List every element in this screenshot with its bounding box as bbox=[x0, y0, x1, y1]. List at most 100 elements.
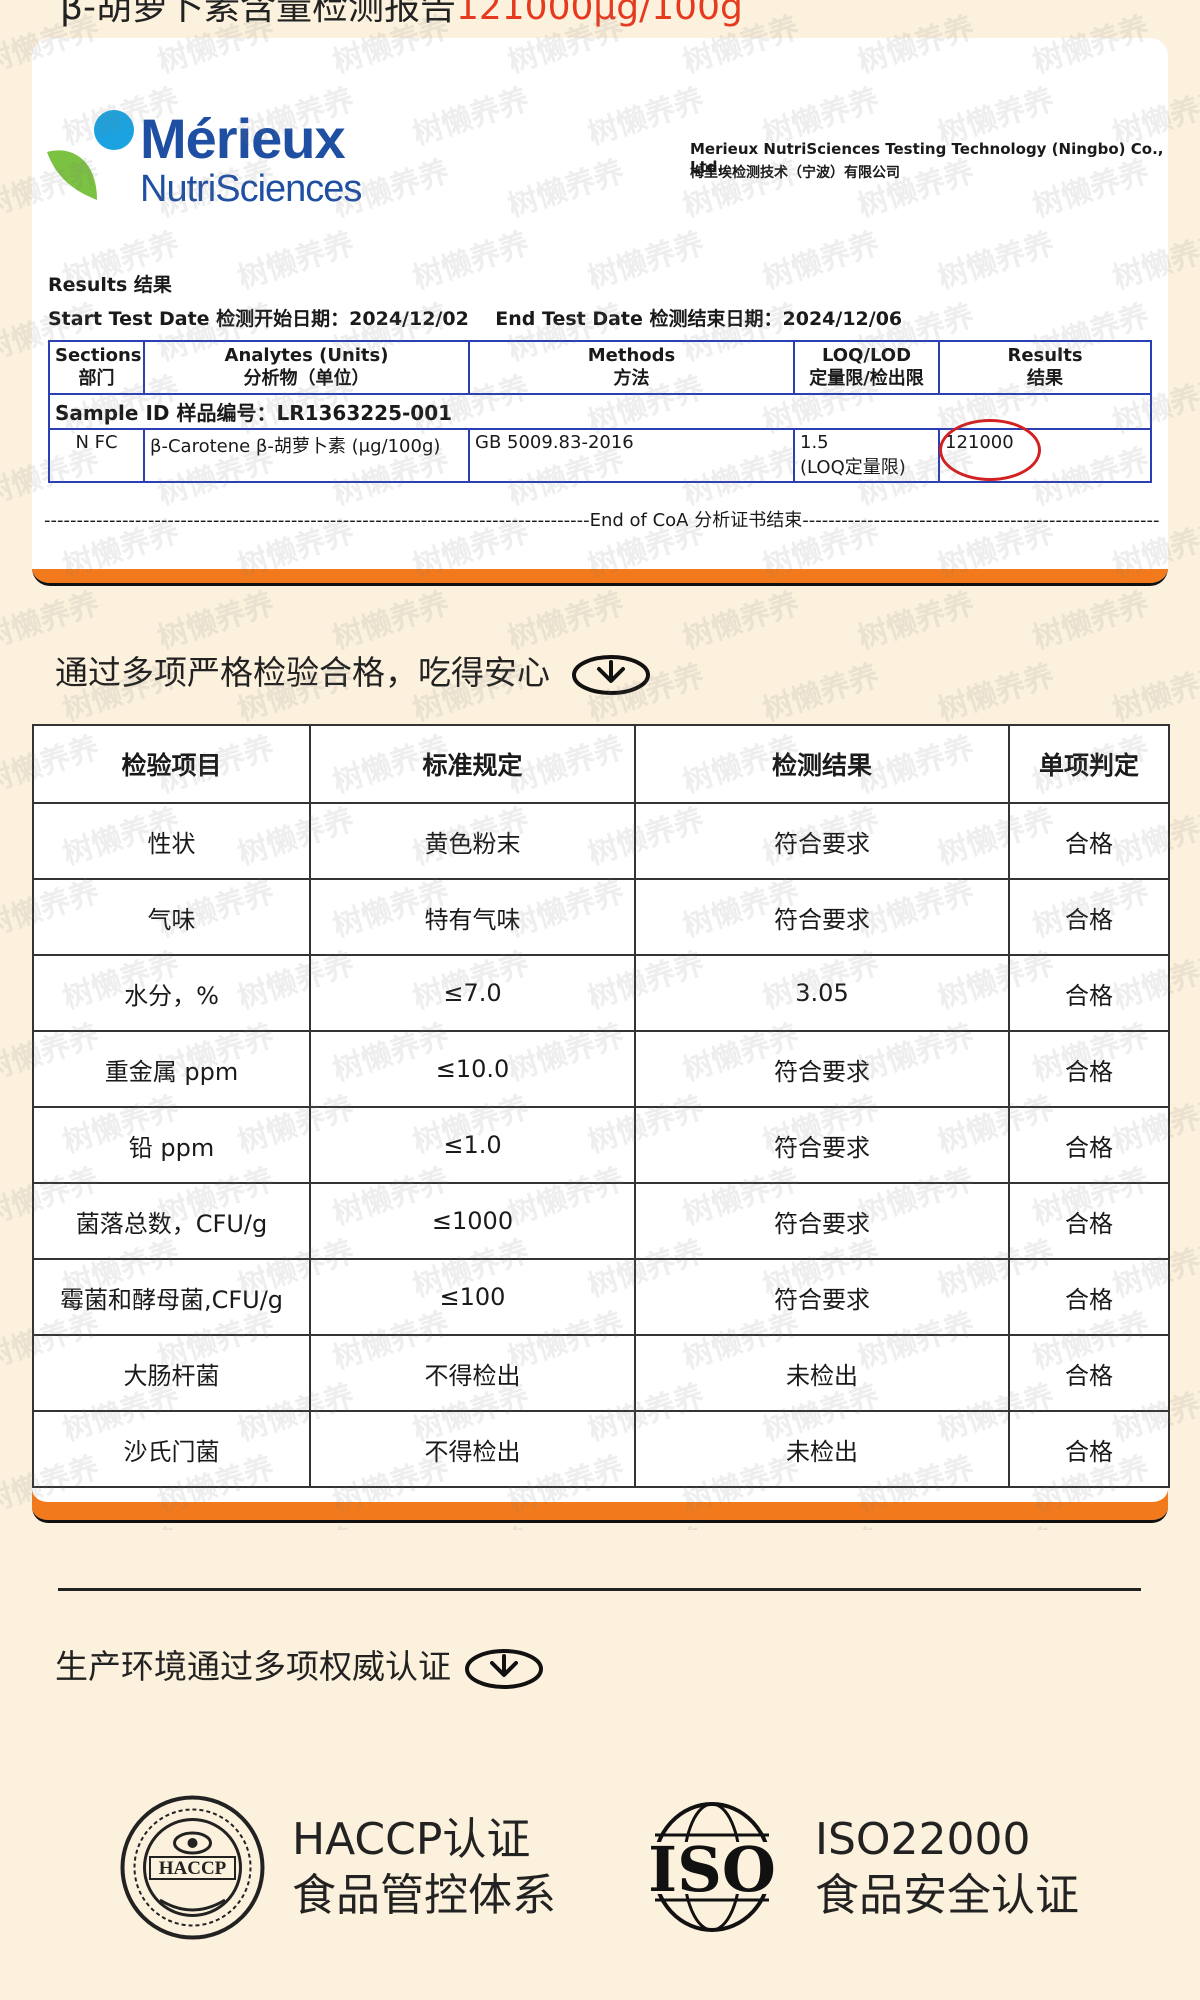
header-en: Analytes (Units) bbox=[224, 345, 389, 366]
brand-line-1: Mérieux bbox=[140, 107, 346, 170]
cell-section: N FC bbox=[48, 427, 145, 483]
cell-analyte: β-Carotene β-胡萝卜素 (μg/100g) bbox=[143, 427, 470, 483]
certificate-header-row: Sections 部门 Analytes (Units) 分析物（单位） Metho… bbox=[48, 340, 1152, 395]
top-banner-text: β-胡萝卜素含量检测报告 bbox=[60, 0, 456, 28]
cell-standard: ≤10.0 bbox=[309, 1030, 636, 1108]
watermark-text: 树懒养养 bbox=[678, 586, 804, 657]
cell-judgment: 合格 bbox=[1008, 802, 1170, 880]
header-cn: 结果 bbox=[1027, 368, 1063, 390]
cell-standard: 黄色粉末 bbox=[309, 802, 636, 880]
header-cn: 方法 bbox=[613, 368, 650, 390]
cell-item: 大肠杆菌 bbox=[32, 1334, 311, 1412]
end-text: End of CoA 分析证书结束 bbox=[589, 510, 803, 531]
cell-standard: ≤7.0 bbox=[309, 954, 636, 1032]
cell-standard: 特有气味 bbox=[309, 878, 636, 956]
cell-loq: 1.5 (LOQ定量限) bbox=[793, 427, 940, 483]
haccp-seal-icon: HACCP bbox=[120, 1795, 265, 1940]
haccp-line-2: 食品管控体系 bbox=[292, 1870, 556, 1921]
cell-result: 未检出 bbox=[634, 1334, 1010, 1412]
cell-standard: ≤1.0 bbox=[309, 1106, 636, 1184]
loq-value: 1.5 bbox=[800, 431, 829, 453]
header-result: 检测结果 bbox=[634, 724, 1010, 804]
cell-result: 符合要求 bbox=[634, 878, 1010, 956]
cell-result: 符合要求 bbox=[634, 1030, 1010, 1108]
header-cn: 部门 bbox=[78, 368, 115, 390]
environment-title: 生产环境通过多项权威认证 bbox=[55, 1640, 544, 1690]
iso-line-2: 食品安全认证 bbox=[815, 1870, 1079, 1921]
cell-standard: 不得检出 bbox=[309, 1334, 636, 1412]
cell-judgment: 合格 bbox=[1008, 1334, 1170, 1412]
cell-item: 水分，% bbox=[32, 954, 311, 1032]
watermark-text: 树懒养养 bbox=[933, 658, 1059, 729]
top-banner: β-胡萝卜素含量检测报告121000μg/100g bbox=[60, 0, 743, 30]
result-highlight-circle bbox=[939, 419, 1041, 481]
inspection-title: 通过多项严格检验合格，吃得安心 bbox=[55, 646, 651, 696]
iso-caption: ISO22000 食品安全认证 bbox=[815, 1812, 1079, 1924]
cell-item: 铅 ppm bbox=[32, 1106, 311, 1184]
cell-result: 符合要求 bbox=[634, 1106, 1010, 1184]
cell-method: GB 5009.83-2016 bbox=[468, 427, 795, 483]
end-of-coa: ----------------------------------------… bbox=[44, 506, 1159, 532]
start-date: Start Test Date 检测开始日期：2024/12/02 bbox=[48, 308, 469, 330]
cell-result: 未检出 bbox=[634, 1410, 1010, 1488]
chevron-down-circle-icon bbox=[464, 1648, 543, 1689]
cell-item: 菌落总数，CFU/g bbox=[32, 1182, 311, 1260]
header-sections: Sections 部门 bbox=[48, 340, 145, 395]
haccp-caption: HACCP认证 食品管控体系 bbox=[292, 1812, 556, 1924]
merieux-logo-icon bbox=[47, 110, 134, 200]
test-dates: Start Test Date 检测开始日期：2024/12/02 End Te… bbox=[48, 304, 902, 331]
watermark-text: 树懒养养 bbox=[853, 586, 979, 657]
inspection-row: 气味 特有气味 符合要求 合格 bbox=[32, 878, 1170, 956]
header-item: 检验项目 bbox=[32, 724, 311, 804]
cell-judgment: 合格 bbox=[1008, 1258, 1170, 1336]
cell-item: 性状 bbox=[32, 802, 311, 880]
top-banner-highlight: 121000μg/100g bbox=[455, 0, 743, 28]
haccp-line-1: HACCP认证 bbox=[292, 1814, 531, 1865]
inspection-table: 检验项目 标准规定 检测结果 单项判定 性状 黄色粉末 符合要求 合格 气味 特有气味 符合… bbox=[32, 724, 1170, 1488]
inspection-row: 大肠杆菌 不得检出 未检出 合格 bbox=[32, 1334, 1170, 1412]
iso-line-1: ISO22000 bbox=[815, 1814, 1031, 1865]
cell-item: 霉菌和酵母菌,CFU/g bbox=[32, 1258, 311, 1336]
header-en: LOQ/LOD bbox=[821, 345, 912, 366]
cell-item: 气味 bbox=[32, 878, 311, 956]
end-dashes-left: ----------------------------------------… bbox=[44, 510, 590, 531]
watermark-text: 树懒养养 bbox=[1108, 658, 1200, 729]
cell-judgment: 合格 bbox=[1008, 1182, 1170, 1260]
header-cn: 分析物（单位） bbox=[243, 368, 370, 390]
cell-judgment: 合格 bbox=[1008, 1106, 1170, 1184]
header-judgment: 单项判定 bbox=[1008, 724, 1170, 804]
iso-globe-icon: ISO bbox=[635, 1802, 790, 1932]
inspection-row: 霉菌和酵母菌,CFU/g ≤100 符合要求 合格 bbox=[32, 1258, 1170, 1336]
header-methods: Methods 方法 bbox=[468, 340, 795, 395]
chevron-down-circle-icon bbox=[571, 654, 650, 695]
cell-judgment: 合格 bbox=[1008, 878, 1170, 956]
merieux-logo: Mérieux NutriSciences bbox=[42, 100, 362, 210]
inspection-row: 性状 黄色粉末 符合要求 合格 bbox=[32, 802, 1170, 880]
haccp-badge-text: HACCP bbox=[159, 1858, 227, 1879]
header-en: Methods bbox=[587, 345, 676, 366]
certificate-card: Mérieux NutriSciences Merieux NutriScien… bbox=[32, 38, 1168, 586]
cell-result: 符合要求 bbox=[634, 1182, 1010, 1260]
header-cn: 定量限/检出限 bbox=[809, 368, 924, 390]
loq-note: (LOQ定量限) bbox=[800, 456, 906, 478]
header-en: Sections bbox=[55, 345, 142, 366]
cell-result: 符合要求 bbox=[634, 1258, 1010, 1336]
inspection-row: 重金属 ppm ≤10.0 符合要求 合格 bbox=[32, 1030, 1170, 1108]
inspection-row: 铅 ppm ≤1.0 符合要求 合格 bbox=[32, 1106, 1170, 1184]
header-analytes: Analytes (Units) 分析物（单位） bbox=[143, 340, 470, 395]
cell-result: 符合要求 bbox=[634, 802, 1010, 880]
cell-item: 沙氏门菌 bbox=[32, 1410, 311, 1488]
cell-judgment: 合格 bbox=[1008, 1030, 1170, 1108]
header-standard: 标准规定 bbox=[309, 724, 636, 804]
watermark-text: 树懒养养 bbox=[758, 658, 884, 729]
inspection-row: 菌落总数，CFU/g ≤1000 符合要求 合格 bbox=[32, 1182, 1170, 1260]
inspection-card: 检验项目 标准规定 检测结果 单项判定 性状 黄色粉末 符合要求 合格 气味 特有气味 符合… bbox=[32, 724, 1170, 1523]
inspection-row: 水分，% ≤7.0 3.05 合格 bbox=[32, 954, 1170, 1032]
brand-line-2: NutriSciences bbox=[140, 168, 362, 210]
cell-standard: ≤1000 bbox=[309, 1182, 636, 1260]
cell-judgment: 合格 bbox=[1008, 1410, 1170, 1488]
inspection-title-text: 通过多项严格检验合格，吃得安心 bbox=[55, 653, 550, 692]
inspection-row: 沙氏门菌 不得检出 未检出 合格 bbox=[32, 1410, 1170, 1488]
environment-title-text: 生产环境通过多项权威认证 bbox=[55, 1647, 451, 1686]
cell-item: 重金属 ppm bbox=[32, 1030, 311, 1108]
